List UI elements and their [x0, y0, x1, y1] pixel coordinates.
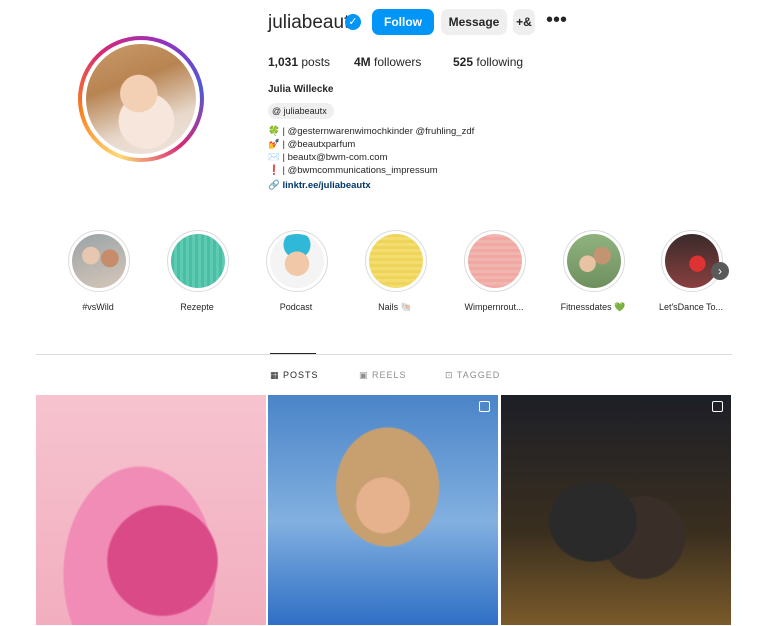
highlight-label: #vsWild — [82, 302, 114, 312]
post-thumbnail[interactable] — [268, 395, 498, 625]
bio-line: 💅 | @beautxparfum — [268, 139, 356, 150]
tab-tagged[interactable]: ⊡ TAGGED — [445, 370, 500, 381]
tab-posts[interactable]: ▦ POSTS — [270, 370, 319, 381]
post-thumbnail[interactable] — [36, 395, 266, 625]
bio-line: 🍀 | @gesternwarenwimochkinder @fruhling_… — [268, 126, 475, 137]
follow-button[interactable]: Follow — [372, 9, 434, 35]
more-options-icon[interactable]: ••• — [546, 9, 567, 35]
highlight-fitnessdates[interactable] — [563, 230, 625, 292]
carousel-icon — [479, 401, 490, 412]
highlight-label: Podcast — [279, 302, 313, 312]
highlight-label: Fitnessdates 💚 — [560, 302, 626, 312]
active-tab-indicator — [270, 353, 316, 354]
highlight-label: Rezepte — [180, 302, 214, 312]
verified-badge-icon: ✓ — [345, 14, 361, 30]
highlight-wimpernroutine[interactable] — [464, 230, 526, 292]
tagged-icon: ⊡ — [445, 370, 454, 380]
avatar-frame — [82, 40, 200, 158]
tab-reels[interactable]: ▣ REELS — [359, 370, 407, 381]
message-button[interactable]: Message — [441, 9, 507, 35]
post-thumbnail[interactable] — [501, 395, 731, 625]
highlight-label: Let'sDance To... — [658, 302, 724, 312]
threads-badge[interactable]: @ juliabeautx — [268, 103, 334, 119]
highlight-label: Nails 🐚 — [378, 302, 412, 312]
following-count[interactable]: 525 following — [453, 55, 523, 69]
followers-count[interactable]: 4M followers — [354, 55, 421, 69]
bio-line: ❗ | @bwmcommunications_impressum — [268, 165, 438, 176]
grid-icon: ▦ — [270, 370, 280, 380]
full-name: Julia Willecke — [268, 84, 334, 95]
bio-line: ✉️ | beautx@bwm-com.com — [268, 152, 388, 163]
suggested-users-button[interactable]: +& — [513, 9, 535, 35]
highlight-label: Wimpernrout... — [464, 302, 524, 312]
reels-icon: ▣ — [359, 370, 369, 380]
posts-count: 1,031 posts — [268, 55, 331, 69]
highlight-nails[interactable] — [365, 230, 427, 292]
chevron-right-icon[interactable]: › — [711, 262, 729, 280]
threads-icon: @ — [272, 106, 282, 116]
link-icon: 🔗 — [268, 180, 280, 191]
threads-handle: juliabeautx — [283, 106, 327, 116]
highlight-vswild[interactable] — [68, 230, 130, 292]
carousel-icon — [712, 401, 723, 412]
highlight-podcast[interactable] — [266, 230, 328, 292]
highlight-rezepte[interactable] — [167, 230, 229, 292]
add-user-icon: +& — [516, 15, 532, 29]
avatar-photo — [86, 44, 196, 154]
profile-avatar[interactable] — [78, 36, 204, 162]
highlight-letsdance[interactable] — [661, 230, 723, 292]
tabs-divider — [36, 354, 732, 355]
external-link[interactable]: 🔗 linktr.ee/juliabeautx — [268, 180, 371, 191]
